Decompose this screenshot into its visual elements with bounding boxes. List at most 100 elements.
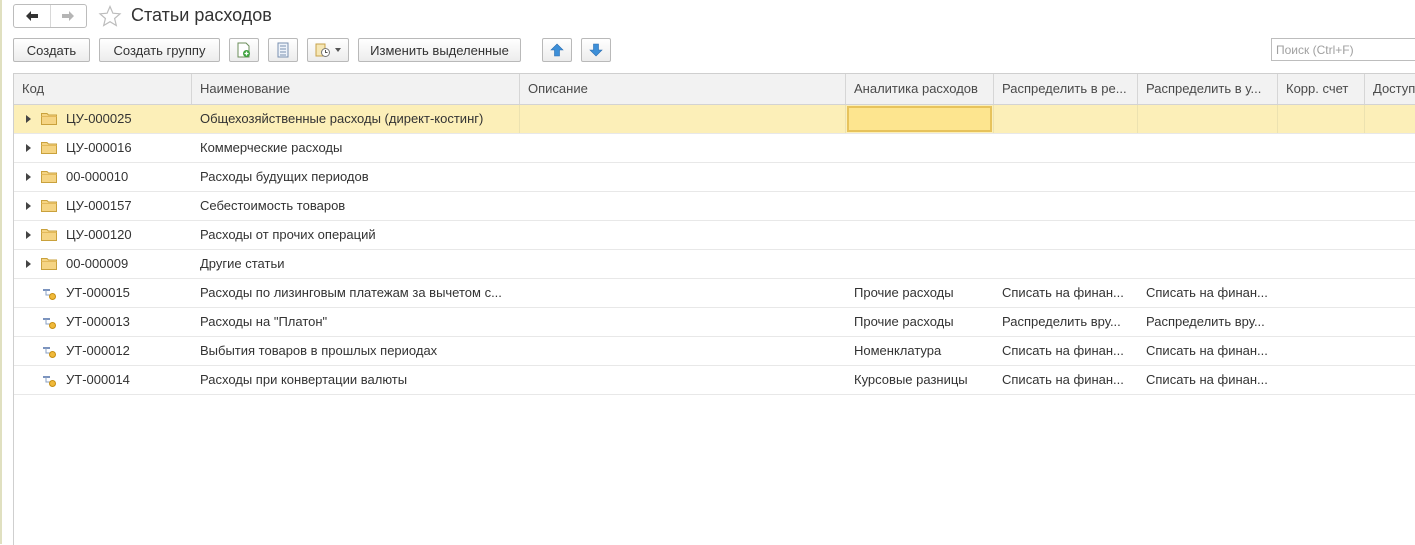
distribute-2-cell [1138, 192, 1278, 220]
copy-item-button[interactable] [229, 38, 259, 62]
column-header-distribute-1[interactable]: Распределить в ре... [994, 74, 1138, 104]
access-cell [1365, 192, 1415, 220]
favorite-star-icon[interactable] [98, 4, 122, 27]
column-header-analytics[interactable]: Аналитика расходов [846, 74, 994, 104]
column-header-access[interactable]: Доступ... [1365, 74, 1415, 104]
code-cell: ЦУ-000016 [66, 140, 132, 155]
expense-items-table: Код Наименование Описание Аналитика расх… [13, 73, 1415, 545]
access-cell [1365, 221, 1415, 249]
distribute-1-cell: Списать на финан... [1002, 285, 1124, 300]
access-cell [1365, 250, 1415, 278]
account-cell [1278, 337, 1365, 365]
table-row-group[interactable]: ЦУ-000157 Себестоимость товаров [14, 192, 1415, 221]
account-cell [1278, 279, 1365, 307]
expand-arrow-icon[interactable] [26, 144, 31, 152]
description-cell [520, 250, 846, 278]
name-cell: Выбытия товаров в прошлых периодах [200, 343, 438, 358]
distribute-2-cell: Списать на финан... [1146, 285, 1268, 300]
command-bar: Создать Создать группу Изменить выделенн… [0, 36, 1415, 64]
page-title: Статьи расходов [131, 5, 272, 25]
create-group-button[interactable]: Создать группу [99, 38, 220, 62]
column-header-account[interactable]: Корр. счет [1278, 74, 1365, 104]
access-cell [1365, 163, 1415, 191]
account-cell [1278, 134, 1365, 162]
edit-selected-button[interactable]: Изменить выделенные [358, 38, 521, 62]
distribute-1-cell [994, 192, 1138, 220]
column-header-distribute-2[interactable]: Распределить в у... [1138, 74, 1278, 104]
expense-item-icon [41, 316, 57, 333]
access-cell [1365, 134, 1415, 162]
back-button[interactable] [14, 5, 50, 27]
forward-button[interactable] [49, 5, 87, 27]
distribute-2-cell [1138, 221, 1278, 249]
title-bar: Статьи расходов [0, 0, 1415, 32]
distribute-1-cell [994, 134, 1138, 162]
column-header-code[interactable]: Код [14, 74, 192, 104]
analytics-cell [846, 134, 994, 162]
table-row-group[interactable]: ЦУ-000016 Коммерческие расходы [14, 134, 1415, 163]
analytics-cell: Прочие расходы [854, 285, 954, 300]
account-cell [1278, 192, 1365, 220]
account-cell [1278, 250, 1365, 278]
folder-icon [41, 170, 57, 186]
table-row-group[interactable]: 00-000009 Другие статьи [14, 250, 1415, 279]
table-row[interactable]: УТ-000015 Расходы по лизинговым платежам … [14, 279, 1415, 308]
expand-arrow-icon[interactable] [26, 173, 31, 181]
analytics-cell: Курсовые разницы [854, 372, 968, 387]
description-cell [520, 163, 846, 191]
arrow-up-icon [550, 43, 564, 57]
code-cell: ЦУ-000157 [66, 198, 132, 213]
expand-arrow-icon[interactable] [26, 115, 31, 123]
create-button[interactable]: Создать [13, 38, 90, 62]
move-down-button[interactable] [581, 38, 611, 62]
expand-arrow-icon[interactable] [26, 202, 31, 210]
name-cell: Расходы будущих периодов [200, 169, 369, 184]
search-input[interactable] [1271, 38, 1415, 61]
description-cell [520, 221, 846, 249]
move-up-button[interactable] [542, 38, 572, 62]
report-clock-icon [315, 43, 330, 57]
analytics-cell: Номенклатура [854, 343, 942, 358]
window-left-border [0, 0, 2, 544]
expand-arrow-icon[interactable] [26, 260, 31, 268]
table-row[interactable]: УТ-000013 Расходы на "Платон" Прочие расхо… [14, 308, 1415, 337]
folder-icon [41, 228, 57, 244]
code-cell: УТ-000015 [66, 285, 130, 300]
expand-arrow-icon[interactable] [26, 231, 31, 239]
folder-icon [41, 257, 57, 273]
description-cell [520, 308, 846, 336]
column-header-name[interactable]: Наименование [192, 74, 520, 104]
distribute-2-cell: Распределить вру... [1146, 314, 1265, 329]
table-row-group[interactable]: ЦУ-000120 Расходы от прочих операций [14, 221, 1415, 250]
name-cell: Другие статьи [200, 256, 285, 271]
code-cell: 00-000009 [66, 256, 129, 271]
description-cell [520, 134, 846, 162]
arrow-right-icon [62, 11, 75, 21]
distribute-2-cell [1138, 134, 1278, 162]
name-cell: Себестоимость товаров [200, 198, 346, 213]
distribute-2-cell: Списать на финан... [1146, 343, 1268, 358]
distribute-1-cell [994, 221, 1138, 249]
analytics-cell [846, 105, 994, 133]
distribute-2-cell [1138, 105, 1278, 133]
code-cell: 00-000010 [66, 169, 129, 184]
table-row[interactable]: УТ-000014 Расходы при конвертации валюты К… [14, 366, 1415, 395]
access-cell [1365, 308, 1415, 336]
name-cell: Общехозяйственные расходы (директ-костин… [192, 105, 520, 133]
column-header-description[interactable]: Описание [520, 74, 846, 104]
access-cell [1365, 337, 1415, 365]
analytics-cell [846, 250, 994, 278]
list-view-button[interactable] [268, 38, 298, 62]
distribute-1-cell: Списать на финан... [1002, 343, 1124, 358]
table-row-group[interactable]: 00-000010 Расходы будущих периодов [14, 163, 1415, 192]
analytics-cell [846, 221, 994, 249]
arrow-left-icon [25, 11, 38, 21]
code-cell: ЦУ-000025 [66, 111, 132, 126]
distribute-1-cell [994, 250, 1138, 278]
report-dropdown-button[interactable] [307, 38, 349, 62]
chevron-down-icon [335, 48, 341, 52]
name-cell: Расходы на "Платон" [200, 314, 328, 329]
table-row[interactable]: УТ-000012 Выбытия товаров в прошлых перио… [14, 337, 1415, 366]
table-row-group[interactable]: ЦУ-000025 Общехозяйственные расходы (дире… [14, 105, 1415, 134]
distribute-1-cell [994, 105, 1138, 133]
